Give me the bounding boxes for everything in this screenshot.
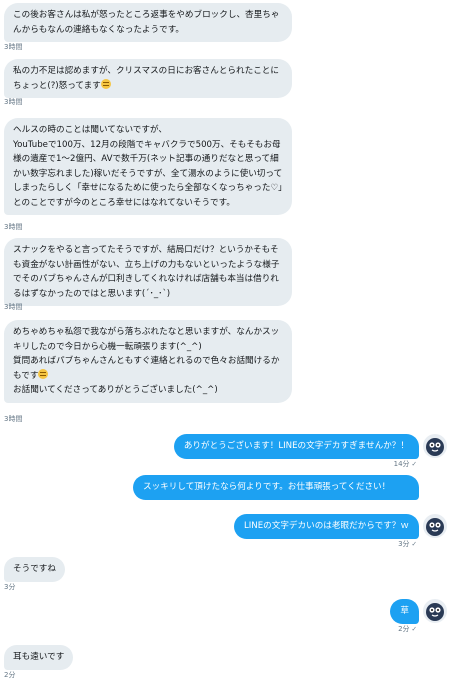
- read-check-icon: ✓: [411, 460, 417, 468]
- user-avatar[interactable]: [423, 434, 447, 458]
- message-bubble-incoming: ヘルスの時のことは聞いてないですが、 YouTubeで100万、12月の段階でキ…: [4, 118, 292, 215]
- message-bubble-incoming: 耳も遠いです: [4, 645, 74, 670]
- message-text: 私の力不足は認めますが、クリスマスの日にお客さんとられたことにちょっと(?)怒っ…: [13, 66, 279, 91]
- message-timestamp: 3分: [4, 583, 16, 591]
- message-bubble-outgoing: ありがとうございます！LINEの文字デカすぎませんか？！: [173, 434, 419, 459]
- message-text: お話聞いてくださってありがとうございました(^_^): [13, 385, 218, 395]
- message-timestamp: 3時間: [4, 415, 23, 423]
- message-timestamp: 3分 ✓: [398, 540, 417, 548]
- grimacing-emoji-icon: [100, 78, 111, 89]
- read-check-icon: ✓: [411, 625, 417, 633]
- message-bubble-incoming: そうですね: [4, 557, 65, 582]
- read-check-icon: ✓: [411, 540, 417, 548]
- user-avatar[interactable]: [423, 514, 447, 538]
- message-bubble-incoming: めちゃめちゃ私怨で我ながら落ちぶれたなと思いますが、なんかスッキリしたので今日か…: [4, 320, 292, 403]
- avatar-icon: [423, 514, 447, 538]
- message-timestamp: 2分 ✓: [398, 625, 417, 633]
- message-bubble-incoming: この後お客さんは私が怒ったところ返事をやめブロックし、杏里ちゃんからもなんの連絡…: [4, 3, 292, 42]
- message-bubble-incoming: 私の力不足は認めますが、クリスマスの日にお客さんとられたことにちょっと(?)怒っ…: [4, 59, 292, 98]
- message-timestamp: 2分: [4, 671, 16, 679]
- grimacing-emoji-icon: [38, 368, 49, 379]
- message-timestamp: 3時間: [4, 43, 23, 51]
- message-bubble-outgoing: LINEの文字デカいのは老眼だからです？ｗ: [233, 514, 419, 539]
- message-bubble-outgoing: 草: [390, 599, 419, 624]
- message-timestamp: 3時間: [4, 303, 23, 311]
- message-bubble-outgoing: スッキリして頂けたなら何よりです。お仕事頑張ってください！: [133, 475, 419, 500]
- message-timestamp: 3時間: [4, 98, 23, 106]
- message-timestamp: 3時間: [4, 223, 23, 231]
- user-avatar[interactable]: [423, 599, 447, 623]
- message-bubble-incoming: スナックをやると言ってたそうですが、結局口だけ？というかそもそも資金がない計画性…: [4, 238, 292, 306]
- avatar-icon: [423, 599, 447, 623]
- message-timestamp: 14分 ✓: [393, 460, 417, 468]
- avatar-icon: [423, 434, 447, 458]
- message-text: めちゃめちゃ私怨で我ながら落ちぶれたなと思いますが、なんかスッキリしたので今日か…: [13, 327, 280, 381]
